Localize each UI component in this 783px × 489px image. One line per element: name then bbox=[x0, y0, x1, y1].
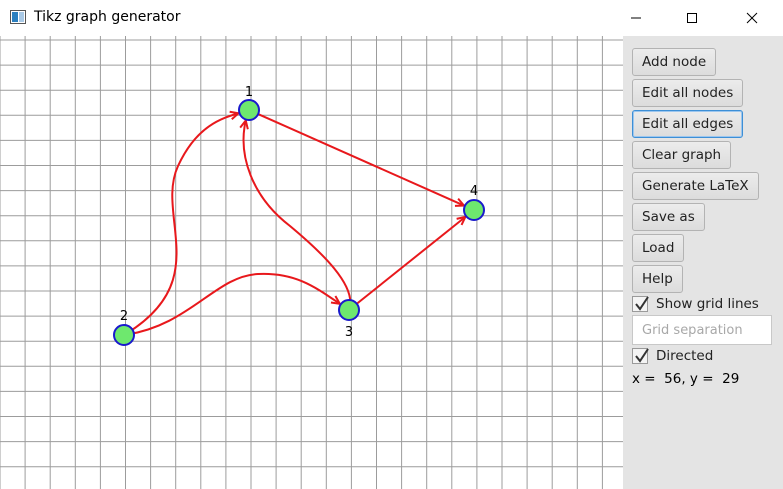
add-node-button[interactable]: Add node bbox=[632, 48, 717, 76]
edit-all-nodes-button[interactable]: Edit all nodes bbox=[632, 79, 744, 107]
sidebar: Add node Edit all nodes Edit all edges C… bbox=[623, 36, 783, 489]
node-label: 1 bbox=[245, 85, 253, 100]
graph-drawing: 1 2 3 4 bbox=[0, 36, 623, 489]
save-as-button[interactable]: Save as bbox=[632, 203, 705, 231]
node-label: 4 bbox=[470, 184, 478, 199]
node-circle[interactable] bbox=[113, 324, 135, 346]
directed-box[interactable] bbox=[632, 348, 649, 364]
maximize-icon bbox=[687, 13, 697, 23]
node-2[interactable]: 2 bbox=[113, 309, 135, 346]
maximize-button[interactable] bbox=[669, 0, 715, 36]
edge-1-to-4[interactable] bbox=[248, 109, 475, 211]
nodes: 1 2 3 4 bbox=[113, 85, 485, 346]
close-icon bbox=[746, 12, 758, 24]
edge-2-to-3[interactable] bbox=[123, 272, 350, 336]
show-grid-lines-box[interactable] bbox=[632, 296, 649, 312]
checkmark-icon bbox=[635, 296, 649, 311]
app-icon bbox=[10, 10, 26, 24]
clear-graph-button[interactable]: Clear graph bbox=[632, 141, 732, 169]
node-label: 3 bbox=[345, 325, 353, 340]
grid-separation-input[interactable] bbox=[632, 315, 772, 345]
node-4[interactable]: 4 bbox=[463, 184, 485, 221]
cursor-coordinates: x = 56, y = 29 bbox=[632, 371, 740, 387]
grid-lines bbox=[0, 36, 623, 489]
load-button[interactable]: Load bbox=[632, 234, 685, 262]
node-circle[interactable] bbox=[238, 99, 260, 121]
show-grid-lines-checkbox[interactable]: Show grid lines bbox=[632, 296, 759, 312]
edit-all-edges-button[interactable]: Edit all edges bbox=[632, 110, 744, 138]
node-3[interactable]: 3 bbox=[338, 299, 360, 340]
node-label: 2 bbox=[120, 309, 128, 324]
node-circle[interactable] bbox=[463, 199, 485, 221]
help-button[interactable]: Help bbox=[632, 265, 683, 293]
checkmark-icon bbox=[635, 348, 649, 363]
edge-3-to-4[interactable] bbox=[348, 209, 475, 311]
directed-checkbox[interactable]: Directed bbox=[632, 348, 713, 364]
show-grid-lines-label: Show grid lines bbox=[656, 296, 759, 312]
window-title: Tikz graph generator bbox=[34, 9, 181, 25]
node-circle[interactable] bbox=[338, 299, 360, 321]
title-bar: Tikz graph generator bbox=[0, 0, 783, 36]
edge-2-to-1[interactable] bbox=[123, 109, 250, 336]
directed-label: Directed bbox=[656, 348, 714, 364]
graph-canvas[interactable]: 1 2 3 4 bbox=[0, 36, 623, 489]
minimize-button[interactable] bbox=[613, 0, 659, 36]
close-button[interactable] bbox=[729, 0, 775, 36]
generate-latex-button[interactable]: Generate LaTeX bbox=[632, 172, 759, 200]
edges bbox=[123, 109, 475, 336]
minimize-icon bbox=[631, 17, 641, 19]
